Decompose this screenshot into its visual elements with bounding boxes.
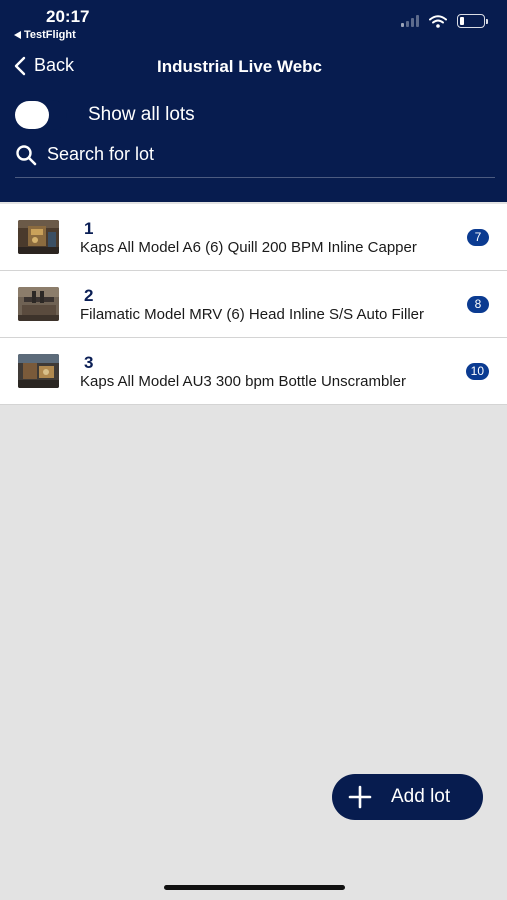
lot-count-badge: 7	[467, 229, 489, 246]
lot-title: Filamatic Model MRV (6) Head Inline S/S …	[80, 306, 425, 323]
chevron-left-icon	[14, 56, 26, 75]
lot-count-badge: 10	[465, 363, 489, 380]
lot-list: 1 Kaps All Model A6 (6) Quill 200 BPM In…	[0, 204, 507, 405]
battery-level	[460, 17, 465, 25]
lot-title: Kaps All Model A6 (6) Quill 200 BPM Inli…	[80, 239, 417, 256]
back-button[interactable]: Back	[14, 55, 74, 76]
search-icon	[15, 144, 37, 176]
status-indicators	[401, 14, 488, 28]
add-lot-button[interactable]: Add lot	[332, 774, 483, 820]
lot-count-badge: 8	[467, 296, 489, 313]
back-triangle-icon	[14, 31, 21, 39]
lot-number: 2	[84, 286, 94, 305]
lot-thumbnail-image	[18, 287, 59, 321]
show-all-lots-label: Show all lots	[88, 104, 195, 125]
lot-number: 3	[84, 353, 94, 372]
battery-icon	[457, 14, 488, 28]
status-time: 20:17	[46, 7, 90, 26]
toggle-knob	[15, 101, 49, 129]
header: 20:17 TestFlight Back Industrial Live We…	[0, 0, 507, 202]
status-back-to-app[interactable]: TestFlight	[14, 29, 76, 41]
lot-item[interactable]: 1 Kaps All Model A6 (6) Quill 200 BPM In…	[0, 204, 507, 271]
show-all-lots-toggle[interactable]	[15, 100, 67, 130]
back-label: Back	[34, 55, 75, 75]
lot-number: 1	[84, 219, 94, 238]
add-lot-label: Add lot	[391, 786, 451, 807]
lot-item[interactable]: 3 Kaps All Model AU3 300 bpm Bottle Unsc…	[0, 338, 507, 405]
cellular-signal-icon	[401, 15, 419, 27]
show-all-lots-row: Show all lots	[15, 100, 195, 130]
lot-item[interactable]: 2 Filamatic Model MRV (6) Head Inline S/…	[0, 271, 507, 338]
home-indicator[interactable]	[164, 885, 345, 890]
page-title: Industrial Live Webc	[157, 57, 323, 76]
plus-icon	[348, 785, 372, 809]
search-input[interactable]	[47, 144, 447, 175]
status-back-app-label: TestFlight	[24, 29, 76, 41]
lot-thumbnail-image	[18, 220, 59, 254]
lot-title: Kaps All Model AU3 300 bpm Bottle Unscra…	[80, 373, 406, 390]
lot-thumbnail-image	[18, 354, 59, 388]
search-bar	[15, 142, 495, 178]
wifi-icon	[429, 14, 447, 28]
